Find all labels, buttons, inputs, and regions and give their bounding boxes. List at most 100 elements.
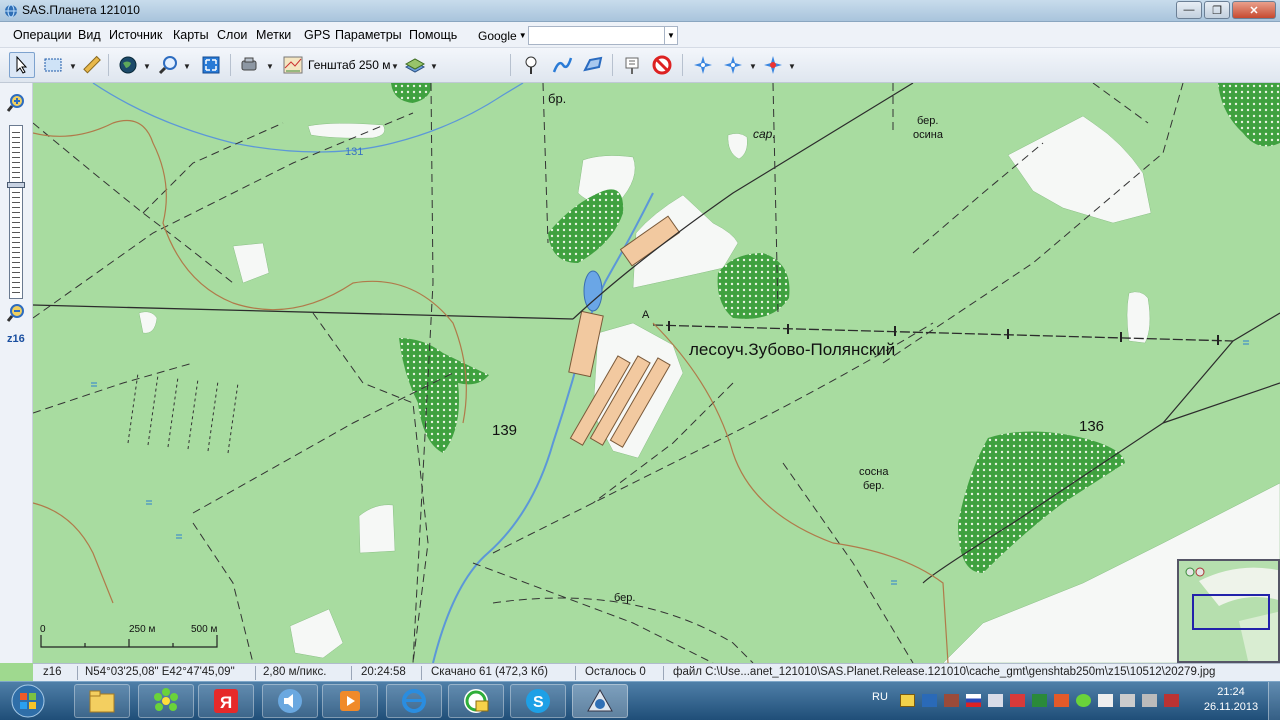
- language-indicator[interactable]: RU: [872, 691, 888, 703]
- map-name-dropdown-icon[interactable]: ▼: [391, 62, 399, 71]
- status-coordinates: N54°03'25,08" E42°47'45,09": [85, 666, 235, 678]
- add-polygon-button[interactable]: [580, 52, 606, 78]
- tray-speaker-icon[interactable]: [1142, 694, 1157, 707]
- menu-help[interactable]: Помощь: [409, 28, 457, 42]
- menu-placemarks[interactable]: Метки: [256, 28, 291, 42]
- gps-center-button[interactable]: [760, 52, 786, 78]
- layers-dropdown-icon[interactable]: ▼: [430, 62, 438, 71]
- menu-settings[interactable]: Параметры: [335, 28, 402, 42]
- tray-security-icon[interactable]: [1010, 694, 1025, 707]
- tray-icq-icon[interactable]: [1076, 694, 1091, 707]
- path-icon: [552, 57, 573, 73]
- minimap-zoom-out-icon[interactable]: [1195, 567, 1205, 577]
- gps-connect-button[interactable]: [690, 52, 716, 78]
- fullscreen-icon: [202, 56, 220, 74]
- zoom-slider[interactable]: [7, 125, 25, 299]
- map-type-button[interactable]: [280, 52, 306, 78]
- restore-icon: ❐: [1212, 4, 1222, 17]
- start-button[interactable]: [4, 683, 52, 719]
- add-path-button[interactable]: [549, 52, 575, 78]
- layers-icon: [404, 58, 426, 73]
- select-area-button[interactable]: [40, 52, 66, 78]
- satellite-dropdown-icon[interactable]: ▼: [266, 62, 274, 71]
- svg-text:S: S: [533, 694, 544, 711]
- maximize-button[interactable]: ❐: [1204, 1, 1230, 19]
- sas-planet-window: SAS.Планета 121010 — ❐ ✕ Операции Вид Ис…: [0, 0, 1280, 720]
- menu-view[interactable]: Вид: [78, 28, 101, 42]
- menu-bar: Операции Вид Источник Карты Слои Метки G…: [0, 22, 1280, 48]
- tray-monitor-icon[interactable]: [922, 694, 937, 707]
- tray-power-icon[interactable]: [1164, 694, 1179, 707]
- minimap-zoom-in-icon[interactable]: [1185, 567, 1195, 577]
- fullscreen-button[interactable]: [198, 52, 224, 78]
- zoom-slider-thumb[interactable]: [7, 182, 25, 188]
- taskbar-media[interactable]: [262, 684, 318, 718]
- scale-label-500: 500 м: [191, 624, 218, 635]
- menu-maps[interactable]: Карты: [173, 28, 209, 42]
- add-placemark-button[interactable]: [518, 52, 544, 78]
- taskbar-player[interactable]: [322, 684, 378, 718]
- taskbar-sas-planet[interactable]: [572, 684, 628, 718]
- placemarks-list-button[interactable]: [619, 52, 645, 78]
- placemark-list-icon: [625, 57, 639, 74]
- taskbar-icq[interactable]: [138, 684, 194, 718]
- clock-time: 21:24: [1217, 686, 1245, 698]
- map-pin-icon: [525, 56, 537, 74]
- gps-track-dropdown-icon[interactable]: ▼: [749, 62, 757, 71]
- tray-action-center-icon[interactable]: [1098, 694, 1113, 707]
- taskbar-skype[interactable]: S: [510, 684, 566, 718]
- tray-flag-icon[interactable]: [966, 694, 981, 707]
- search-history-dropdown-icon[interactable]: ▼: [664, 27, 677, 44]
- zoom-dropdown-icon[interactable]: ▼: [183, 62, 191, 71]
- taskbar-mail-agent[interactable]: [448, 684, 504, 718]
- hide-placemarks-button[interactable]: [649, 52, 675, 78]
- satellite-button[interactable]: [237, 52, 263, 78]
- show-desktop-button[interactable]: [1268, 682, 1280, 720]
- zoom-out-icon[interactable]: [6, 303, 26, 323]
- zoom-panel: z16: [0, 83, 33, 663]
- zoom-tool-button[interactable]: [155, 52, 181, 78]
- globe-icon: [119, 56, 137, 74]
- scale-bar: 0 250 м 500 м: [39, 623, 219, 653]
- gps-track-icon: [724, 56, 742, 74]
- polygon-icon: [583, 56, 603, 72]
- zoom-in-icon[interactable]: [6, 93, 26, 113]
- menu-source[interactable]: Источник: [109, 28, 162, 42]
- title-bar: SAS.Планета 121010 — ❐ ✕: [0, 0, 1280, 22]
- tray-mail-icon[interactable]: [900, 694, 915, 707]
- taskbar-explorer[interactable]: [74, 684, 130, 718]
- search-source-dropdown[interactable]: Google ▼: [478, 26, 527, 45]
- current-map-name[interactable]: Генштаб 250 м: [308, 58, 390, 72]
- close-button[interactable]: ✕: [1232, 1, 1276, 19]
- tray-mail-agent-icon[interactable]: [1054, 694, 1069, 707]
- menu-gps[interactable]: GPS: [304, 28, 330, 42]
- minimap[interactable]: [1177, 559, 1280, 663]
- globe-dropdown-icon[interactable]: ▼: [143, 62, 151, 71]
- layers-button[interactable]: [402, 52, 428, 78]
- tray-update-icon[interactable]: [1032, 694, 1047, 707]
- status-downloaded: Скачано 61 (472,3 Кб): [431, 666, 548, 678]
- pointer-tool-button[interactable]: [9, 52, 35, 78]
- close-icon: ✕: [1249, 4, 1259, 17]
- taskbar-yandex[interactable]: Я: [198, 684, 254, 718]
- taskbar-ie[interactable]: [386, 684, 442, 718]
- ruler-button[interactable]: [78, 52, 104, 78]
- search-input[interactable]: ▼: [528, 26, 678, 45]
- tray-volume-icon[interactable]: [944, 694, 959, 707]
- tray-usb-icon[interactable]: [1120, 694, 1135, 707]
- main-toolbar: ▼ ▼ ▼ ▼ Генштаб 250 м ▼ ▼ ▼ ▼: [0, 48, 1280, 83]
- menu-layers[interactable]: Слои: [217, 28, 247, 42]
- windows-logo-icon: [11, 684, 45, 718]
- gps-center-dropdown-icon[interactable]: ▼: [788, 62, 796, 71]
- map-globe-button[interactable]: [115, 52, 141, 78]
- menu-operations[interactable]: Операции: [13, 28, 71, 42]
- scale-label-0: 0: [40, 624, 46, 635]
- taskbar-clock[interactable]: 21:24 26.11.2013: [1196, 685, 1266, 715]
- minimize-button[interactable]: —: [1176, 1, 1202, 19]
- gps-track-button[interactable]: [720, 52, 746, 78]
- mail-agent-icon: [464, 689, 489, 713]
- select-dropdown-icon[interactable]: ▼: [69, 62, 77, 71]
- map-view[interactable]: бр. сар. бер. осина 131 А лесоуч.Зубово-…: [33, 83, 1280, 663]
- cursor-arrow-icon: [16, 56, 28, 74]
- tray-network-icon[interactable]: [988, 694, 1003, 707]
